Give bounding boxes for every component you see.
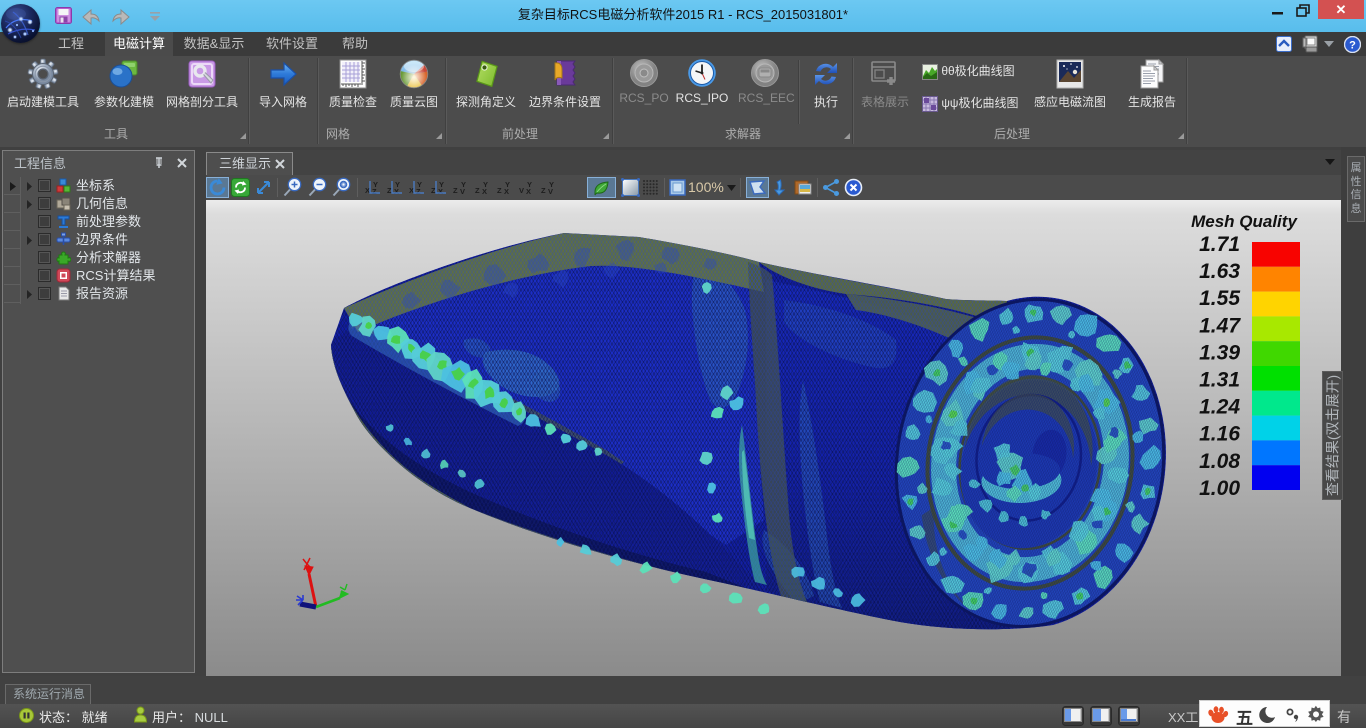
svg-text:V: V <box>548 187 553 196</box>
svg-text:1.71: 1.71 <box>1199 233 1240 256</box>
svg-text:1.31: 1.31 <box>1199 369 1240 392</box>
svg-text:1.08: 1.08 <box>1199 450 1240 473</box>
svg-text:X: X <box>409 186 414 195</box>
svg-text:X: X <box>526 187 531 196</box>
svg-text:V: V <box>519 186 524 195</box>
svg-text:?: ? <box>1349 40 1356 52</box>
svg-text:1.00: 1.00 <box>1199 477 1240 500</box>
svg-text:Z: Z <box>431 186 436 195</box>
svg-text:X: X <box>504 187 509 196</box>
svg-text:Z: Z <box>416 187 421 196</box>
svg-text:X: X <box>394 187 399 196</box>
svg-text:1.47: 1.47 <box>1199 314 1241 337</box>
svg-text:Z: Z <box>541 186 546 195</box>
svg-text:1.63: 1.63 <box>1199 260 1240 283</box>
svg-text:Z: Z <box>497 186 502 195</box>
svg-text:X: X <box>482 187 487 196</box>
svg-text:Z: Z <box>453 186 458 195</box>
svg-text:1.55: 1.55 <box>1199 287 1240 310</box>
svg-text:V: V <box>460 187 465 196</box>
svg-text:X: X <box>365 186 370 195</box>
svg-text:1.39: 1.39 <box>1199 341 1240 364</box>
svg-text:Z: Z <box>475 186 480 195</box>
svg-text:Z: Z <box>387 186 392 195</box>
svg-text:1.24: 1.24 <box>1199 396 1240 419</box>
svg-text:X: X <box>438 187 443 196</box>
svg-text:Mesh Quality: Mesh Quality <box>1191 212 1298 231</box>
svg-text:1.16: 1.16 <box>1199 423 1240 446</box>
svg-text:Z: Z <box>372 187 377 196</box>
